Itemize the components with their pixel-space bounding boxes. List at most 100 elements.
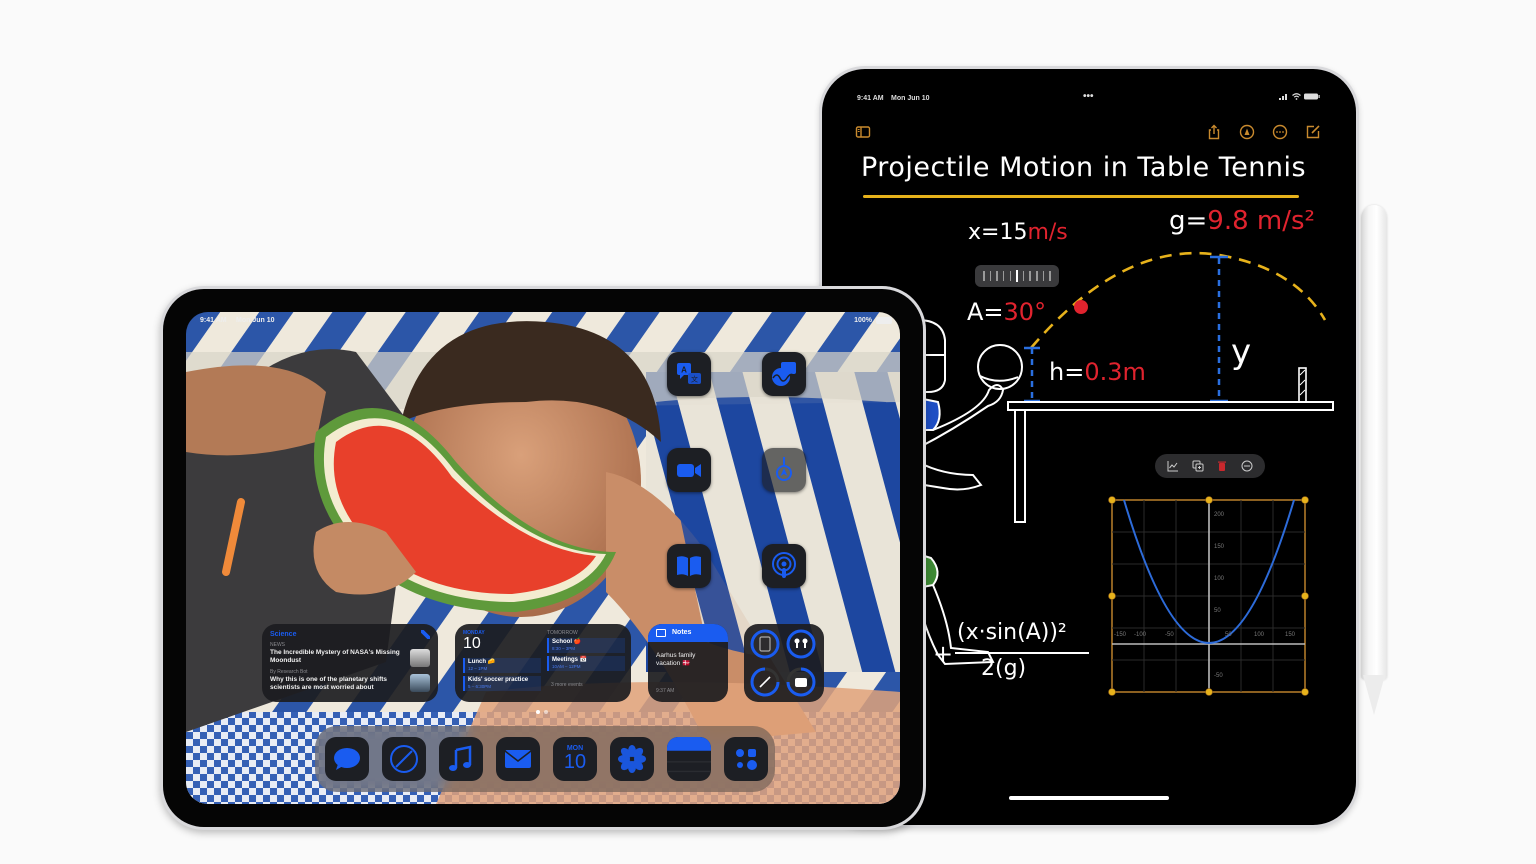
news-headline-2[interactable]: Why this is one of the planetary shifts … [270, 676, 400, 692]
table-leg [1014, 409, 1026, 523]
dock: MON 10 [315, 726, 775, 792]
angle-label[interactable]: A=30° [967, 298, 1046, 326]
book-icon [677, 556, 701, 576]
dock-photos[interactable] [610, 737, 654, 781]
formula-fraction-bar [955, 652, 1089, 654]
event-title: Meetings 📅 [552, 657, 588, 663]
page-dot-2[interactable] [544, 710, 548, 714]
ball [1074, 300, 1088, 314]
battery-rings [750, 629, 816, 697]
event-title: Lunch 🧀 [468, 659, 496, 665]
h-var: h= [1049, 358, 1085, 386]
x-velocity-label[interactable]: x=15m/s [968, 220, 1068, 245]
height-label[interactable]: h=0.3m [1049, 358, 1146, 386]
app-library-icon [736, 749, 757, 770]
graph-toolbar [1155, 454, 1265, 478]
app-find-my[interactable] [762, 448, 806, 492]
function-graph[interactable] [1108, 496, 1309, 696]
news-widget[interactable]: Science NEWS The Incredible Mystery of N… [262, 624, 438, 702]
apple-pencil [1361, 205, 1387, 717]
compass-icon [390, 745, 418, 773]
dock-messages[interactable] [325, 737, 369, 781]
app-books[interactable] [667, 544, 711, 588]
g-var: g= [1169, 206, 1208, 236]
graph-x-tick: -150 [1114, 632, 1127, 638]
video-camera-icon [677, 464, 701, 477]
formula-denominator[interactable]: 2(g) [981, 656, 1026, 681]
podcast-icon [772, 552, 796, 578]
pencil-glyph-icon [759, 676, 771, 688]
graph-x-tick: 150 [1285, 632, 1296, 638]
news-source-1: NEWS [270, 642, 285, 648]
app-facetime[interactable] [667, 448, 711, 492]
calendar-event[interactable]: School 🍎 8:30 – 3PM [547, 638, 625, 653]
duplicate-icon[interactable] [1191, 459, 1205, 473]
app-translate[interactable]: A文 [667, 352, 711, 396]
batteries-widget[interactable] [744, 624, 824, 702]
app-freeform[interactable] [762, 352, 806, 396]
graph-x-tick: -100 [1134, 632, 1147, 638]
calendar-event[interactable]: Lunch 🧀 12 – 1PM [463, 658, 541, 673]
a-var: A= [967, 298, 1004, 326]
product-showcase: 9:41 AM Mon Jun 10 ••• Projectile Motion… [0, 0, 1536, 864]
notes-icon [667, 737, 711, 773]
translate-icon: A文 [677, 363, 701, 384]
g-value: 9.8 m/s² [1207, 206, 1315, 236]
event-time: 5 – 6:30PM [468, 684, 492, 689]
dock-safari[interactable] [382, 737, 426, 781]
trash-icon[interactable] [1215, 459, 1229, 473]
battery-icon [876, 317, 892, 324]
news-section: Science [270, 631, 297, 638]
app-podcasts[interactable] [762, 544, 806, 588]
net-hatch [1299, 389, 1306, 396]
airpods-glyph-icon [794, 638, 808, 648]
formula-numerator[interactable]: (x·sin(A))² [957, 620, 1067, 645]
news-source-2: By Research Bot [270, 669, 308, 675]
graph-y-tick: 50 [1214, 608, 1221, 614]
dock-calendar[interactable]: MON 10 [553, 737, 597, 781]
photos-flower-icon [618, 745, 646, 773]
dock-music[interactable] [439, 737, 483, 781]
gravity-label[interactable]: g=9.8 m/s² [1169, 206, 1315, 236]
graph-y-tick: 150 [1214, 544, 1225, 550]
home-screen: 9:41 AM Mon Jun 10 100% A文 Science NEWS … [186, 312, 900, 804]
calendar-event[interactable]: Meetings 📅 10AM – 12PM [547, 656, 625, 671]
table-top [1007, 401, 1334, 411]
folder-icon [656, 629, 666, 637]
news-thumbnail-1 [410, 649, 430, 667]
status-date: Mon Jun 10 [236, 317, 275, 324]
status-time: 9:41 AM [200, 317, 227, 324]
graph-icon[interactable] [1166, 459, 1180, 473]
notes-widget-note[interactable]: Aarhus family vacation 🇩🇰 [656, 652, 720, 668]
dock-app-library[interactable] [724, 737, 768, 781]
x-value: 15 [999, 220, 1028, 245]
dock-mail[interactable] [496, 737, 540, 781]
minus-circle-icon[interactable] [1240, 459, 1254, 473]
calendar-more-events: 3 more events [551, 682, 583, 688]
y-variable-label[interactable]: y [1231, 332, 1251, 372]
case-glyph-icon [795, 678, 807, 687]
value-scrubber[interactable] [975, 265, 1059, 287]
event-time: 8:30 – 3PM [552, 646, 576, 651]
news-headline-1[interactable]: The Incredible Mystery of NASA's Missing… [270, 649, 400, 665]
graph-x-tick: -50 [1165, 632, 1174, 638]
a-value: 30° [1003, 298, 1047, 326]
news-logo-icon [421, 630, 430, 639]
graph-x-tick: 50 [1225, 632, 1232, 638]
h-value: 0.3m [1084, 358, 1146, 386]
home-indicator[interactable] [1009, 796, 1169, 800]
calendar-widget[interactable]: MONDAY 10 TOMORROW Lunch 🧀 12 – 1PM Kids' … [455, 624, 631, 702]
pencil-body [1361, 205, 1387, 680]
calendar-event[interactable]: Kids' soccer practice 5 – 6:30PM [463, 676, 541, 691]
scrubber-ticks [983, 270, 1051, 282]
x-unit: m/s [1027, 220, 1068, 245]
svg-text:A: A [681, 366, 687, 375]
freeform-icon [772, 362, 796, 386]
event-title: School 🍎 [552, 639, 582, 645]
notes-widget[interactable]: Notes Aarhus family vacation 🇩🇰 9:37 AM [648, 624, 728, 702]
graph-y-tick: 100 [1214, 576, 1225, 582]
dock-notes[interactable] [667, 737, 711, 781]
page-dot-1[interactable] [536, 710, 540, 714]
event-title: Kids' soccer practice [468, 677, 529, 683]
svg-text:文: 文 [691, 375, 698, 384]
